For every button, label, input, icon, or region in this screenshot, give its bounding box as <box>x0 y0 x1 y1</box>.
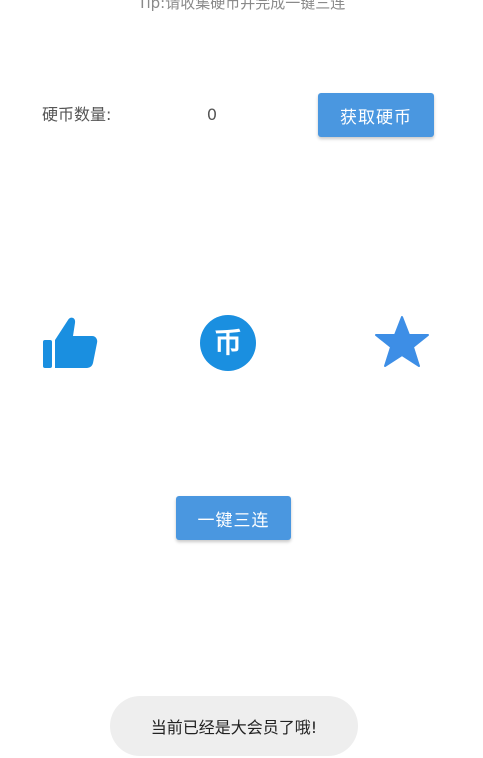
coin-icon[interactable]: 币 <box>199 314 257 372</box>
coin-row: 硬币数量: 0 获取硬币 <box>0 93 483 137</box>
toast-message: 当前已经是大会员了哦! <box>110 696 358 756</box>
toast-text: 当前已经是大会员了哦! <box>150 718 318 737</box>
star-icon[interactable] <box>373 314 431 372</box>
coin-glyph: 币 <box>214 326 242 359</box>
triple-action-button[interactable]: 一键三连 <box>176 496 291 540</box>
page: Tip:请收集硬币并完成一键三连 硬币数量: 0 获取硬币 币 一键三连 当前已… <box>0 0 483 758</box>
thumbs-up-icon[interactable] <box>40 314 98 372</box>
coin-count-value: 0 <box>206 105 218 124</box>
get-coins-button[interactable]: 获取硬币 <box>318 93 434 137</box>
action-icons-row: 币 <box>0 314 483 372</box>
coin-count-label: 硬币数量: <box>42 105 112 124</box>
tip-text: Tip:请收集硬币并完成一键三连 <box>137 0 346 12</box>
